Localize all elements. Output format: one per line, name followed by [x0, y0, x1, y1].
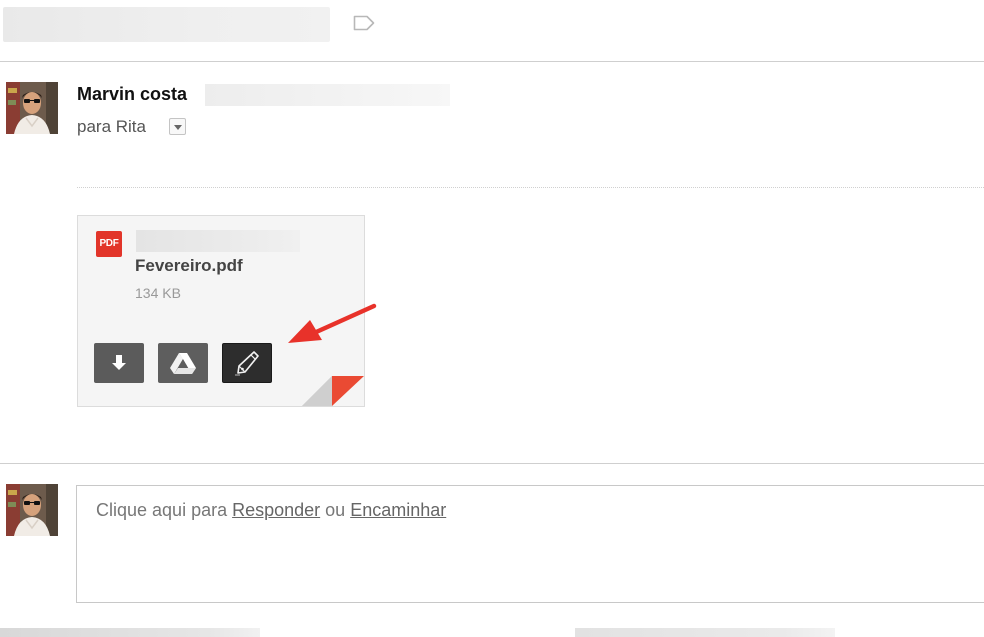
google-drive-icon	[170, 353, 196, 374]
footer-redacted-right	[575, 628, 835, 637]
pen-nib-edit-icon	[235, 351, 259, 376]
reply-prompt-prefix: Clique aqui para	[96, 500, 233, 520]
sender-name: Marvin costa	[77, 84, 188, 104]
reply-link[interactable]: Responder	[232, 500, 320, 520]
download-button[interactable]	[94, 343, 144, 383]
reply-prompt[interactable]: Clique aqui para Responder ou Encaminhar	[96, 500, 446, 521]
attachment-title-redacted	[136, 230, 300, 252]
label-tag-icon[interactable]	[352, 14, 376, 32]
sender-avatar[interactable]	[6, 82, 58, 134]
attachment-file-name[interactable]: Fevereiro.pdf	[135, 256, 243, 276]
header-divider	[0, 61, 984, 62]
current-user-avatar	[6, 484, 58, 536]
footer-redacted-left	[0, 628, 260, 637]
reply-prompt-or: ou	[320, 500, 351, 520]
pointer-arrow-icon	[288, 303, 377, 343]
edit-with-app-button[interactable]	[222, 343, 272, 383]
message-divider	[0, 463, 984, 464]
sender-email-redacted	[205, 84, 450, 106]
attachment-file-size: 134 KB	[135, 285, 181, 301]
subject-redacted	[3, 7, 330, 42]
attachments-separator	[77, 187, 984, 188]
avatar-photo	[6, 82, 58, 134]
avatar-photo	[6, 484, 58, 536]
save-to-drive-button[interactable]	[158, 343, 208, 383]
pdf-file-icon: PDF	[96, 231, 122, 257]
download-arrow-icon	[112, 355, 126, 370]
show-details-dropdown[interactable]	[169, 118, 186, 135]
recipient-label: para Rita	[77, 117, 146, 136]
page-fold-corner	[302, 376, 364, 406]
forward-link[interactable]: Encaminhar	[350, 500, 446, 520]
